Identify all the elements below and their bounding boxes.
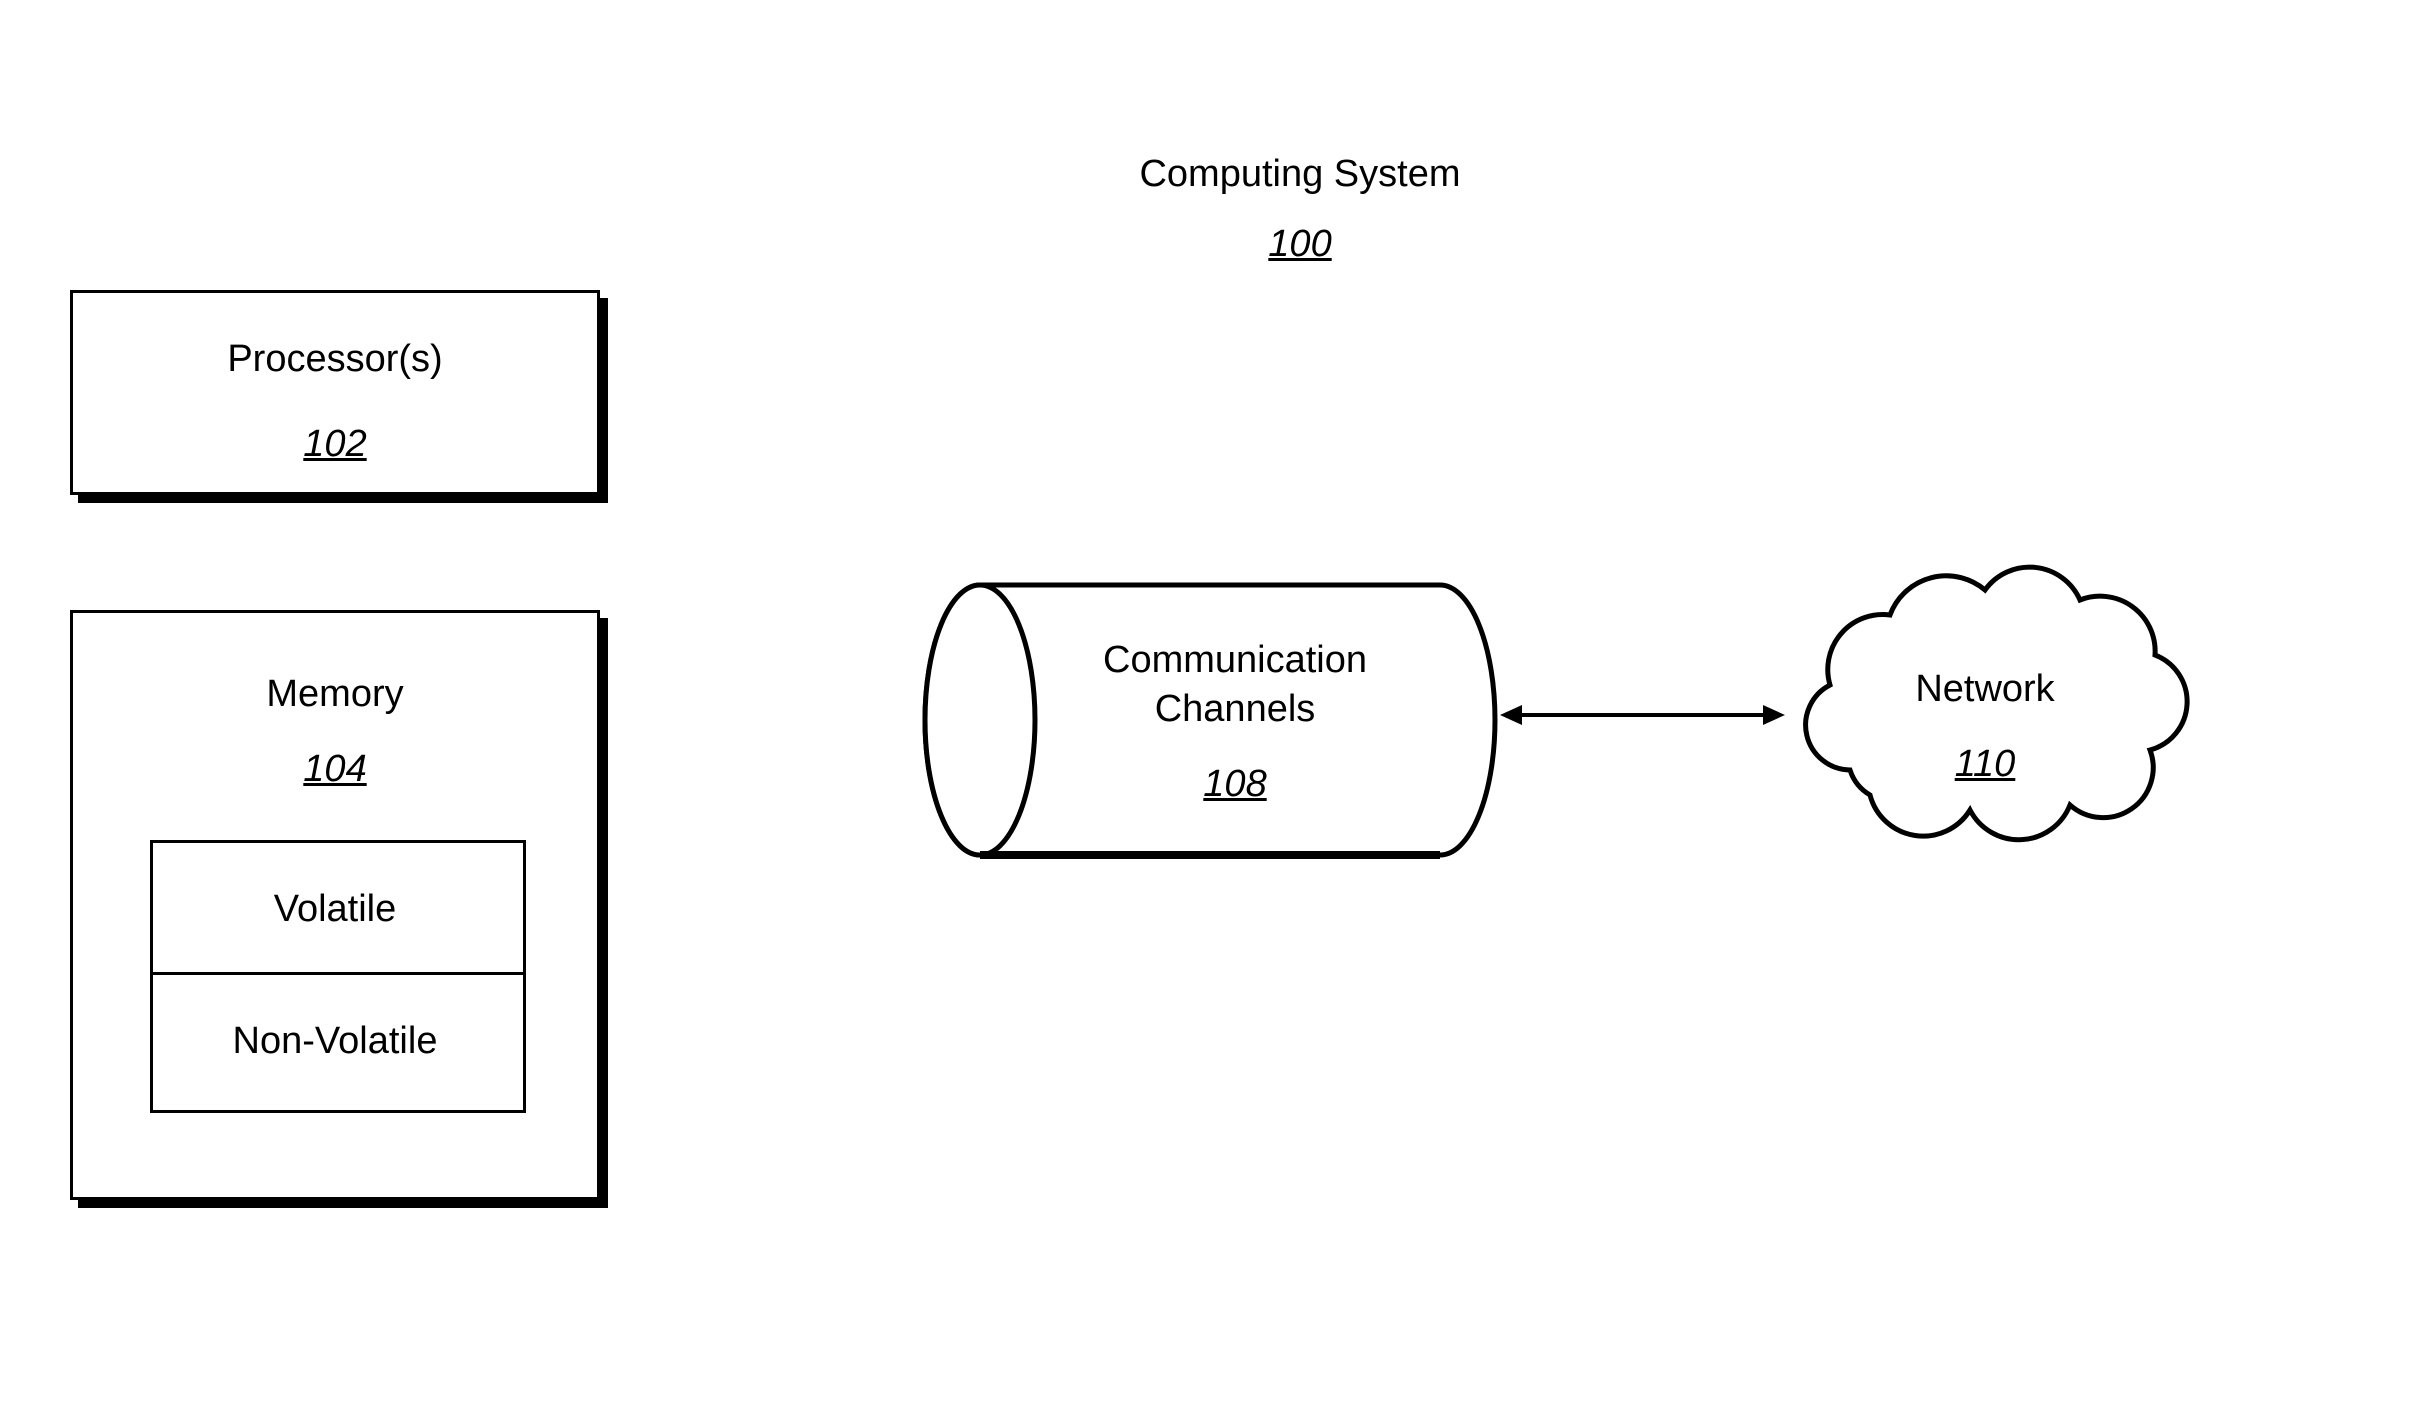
diagram-canvas: Computing System 100 Processor(s) 102 Me… (0, 0, 2409, 1407)
diagram-title-ref: 100 (1050, 220, 1550, 269)
processor-ref: 102 (70, 420, 600, 469)
comm-label: Communication Channels (1050, 636, 1420, 735)
network-label: Network (1800, 665, 2170, 714)
memory-label: Memory (70, 670, 600, 719)
connector-arrow (1500, 695, 1785, 735)
memory-ref: 104 (70, 745, 600, 794)
memory-nonvolatile-label: Non-Volatile (150, 1017, 520, 1066)
network-cloud (1770, 570, 2200, 870)
network-ref: 110 (1800, 740, 2170, 789)
memory-volatile-label: Volatile (150, 885, 520, 934)
diagram-title: Computing System (1050, 150, 1550, 199)
comm-ref: 108 (1050, 760, 1420, 809)
processor-label: Processor(s) (70, 335, 600, 384)
